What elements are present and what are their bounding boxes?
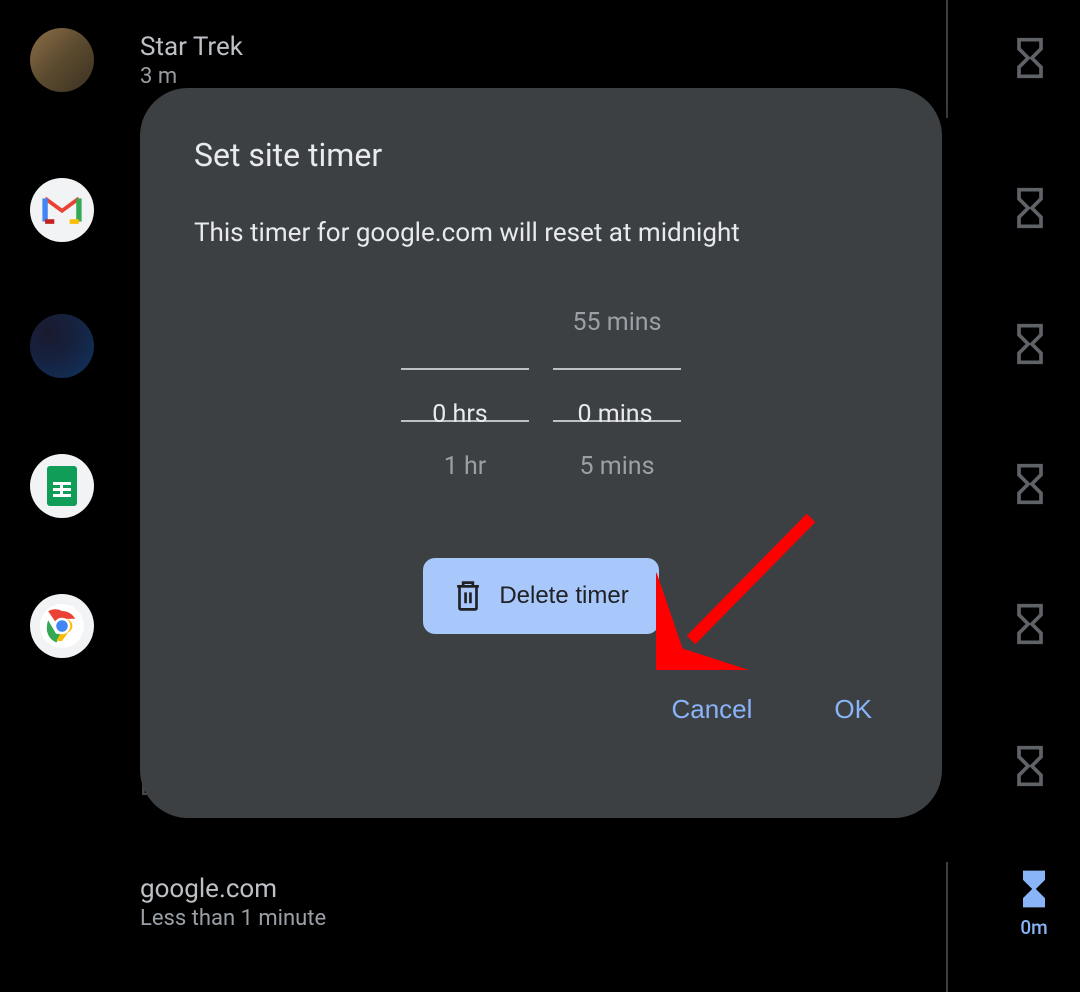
app-icon-rocketleague [30, 314, 94, 378]
minutes-picker[interactable]: 55 mins 0 mins 5 mins [553, 296, 681, 494]
hourglass-button[interactable] [1008, 744, 1052, 792]
app-subtitle: Less than 1 minute [140, 906, 1080, 931]
hours-above [401, 296, 529, 350]
timer-badge-label: 0m [1020, 916, 1047, 939]
ok-button[interactable]: OK [834, 694, 872, 725]
hours-picker[interactable]: 0 hrs 1 hr [401, 296, 529, 494]
list-item-google[interactable]: google.com Less than 1 minute 0m [0, 874, 1080, 931]
app-icon-chrome [30, 594, 94, 658]
timer-badge[interactable]: 0m [1012, 867, 1056, 939]
delete-timer-button[interactable]: Delete timer [423, 558, 658, 634]
mins-selected: 0 mins [553, 368, 681, 422]
app-icon-startrek [30, 28, 94, 92]
trash-icon [453, 579, 483, 613]
hourglass-icon [1008, 322, 1052, 366]
app-title: google.com [140, 874, 1080, 904]
app-icon [30, 736, 94, 800]
hours-selected: 0 hrs [401, 368, 529, 422]
app-title: Star Trek [140, 32, 1080, 62]
time-picker: 0 hrs 1 hr 55 mins 0 mins 5 mins [140, 296, 942, 494]
dialog-subtitle: This timer for google.com will reset at … [140, 218, 942, 248]
hourglass-button[interactable] [1008, 186, 1052, 234]
hourglass-icon [1008, 602, 1052, 646]
hourglass-button[interactable] [1008, 322, 1052, 370]
hourglass-button[interactable] [1008, 602, 1052, 650]
hourglass-button[interactable] [1008, 36, 1052, 84]
hourglass-icon-active [1012, 867, 1056, 911]
app-subtitle: 3 m [140, 64, 1080, 89]
divider [946, 0, 948, 118]
app-icon-sheets [30, 454, 94, 518]
hourglass-icon [1008, 744, 1052, 788]
app-icon-gmail [30, 178, 94, 242]
hours-below: 1 hr [401, 440, 529, 494]
hourglass-icon [1008, 186, 1052, 230]
cancel-button[interactable]: Cancel [671, 694, 752, 725]
mins-below: 5 mins [553, 440, 681, 494]
set-site-timer-dialog: Set site timer This timer for google.com… [140, 88, 942, 818]
list-item[interactable]: Star Trek 3 m [0, 28, 1080, 92]
hourglass-icon [1008, 36, 1052, 80]
hourglass-icon [1008, 462, 1052, 506]
hourglass-button[interactable] [1008, 462, 1052, 510]
delete-timer-label: Delete timer [499, 582, 628, 610]
mins-above: 55 mins [553, 296, 681, 350]
dialog-title: Set site timer [140, 136, 942, 174]
